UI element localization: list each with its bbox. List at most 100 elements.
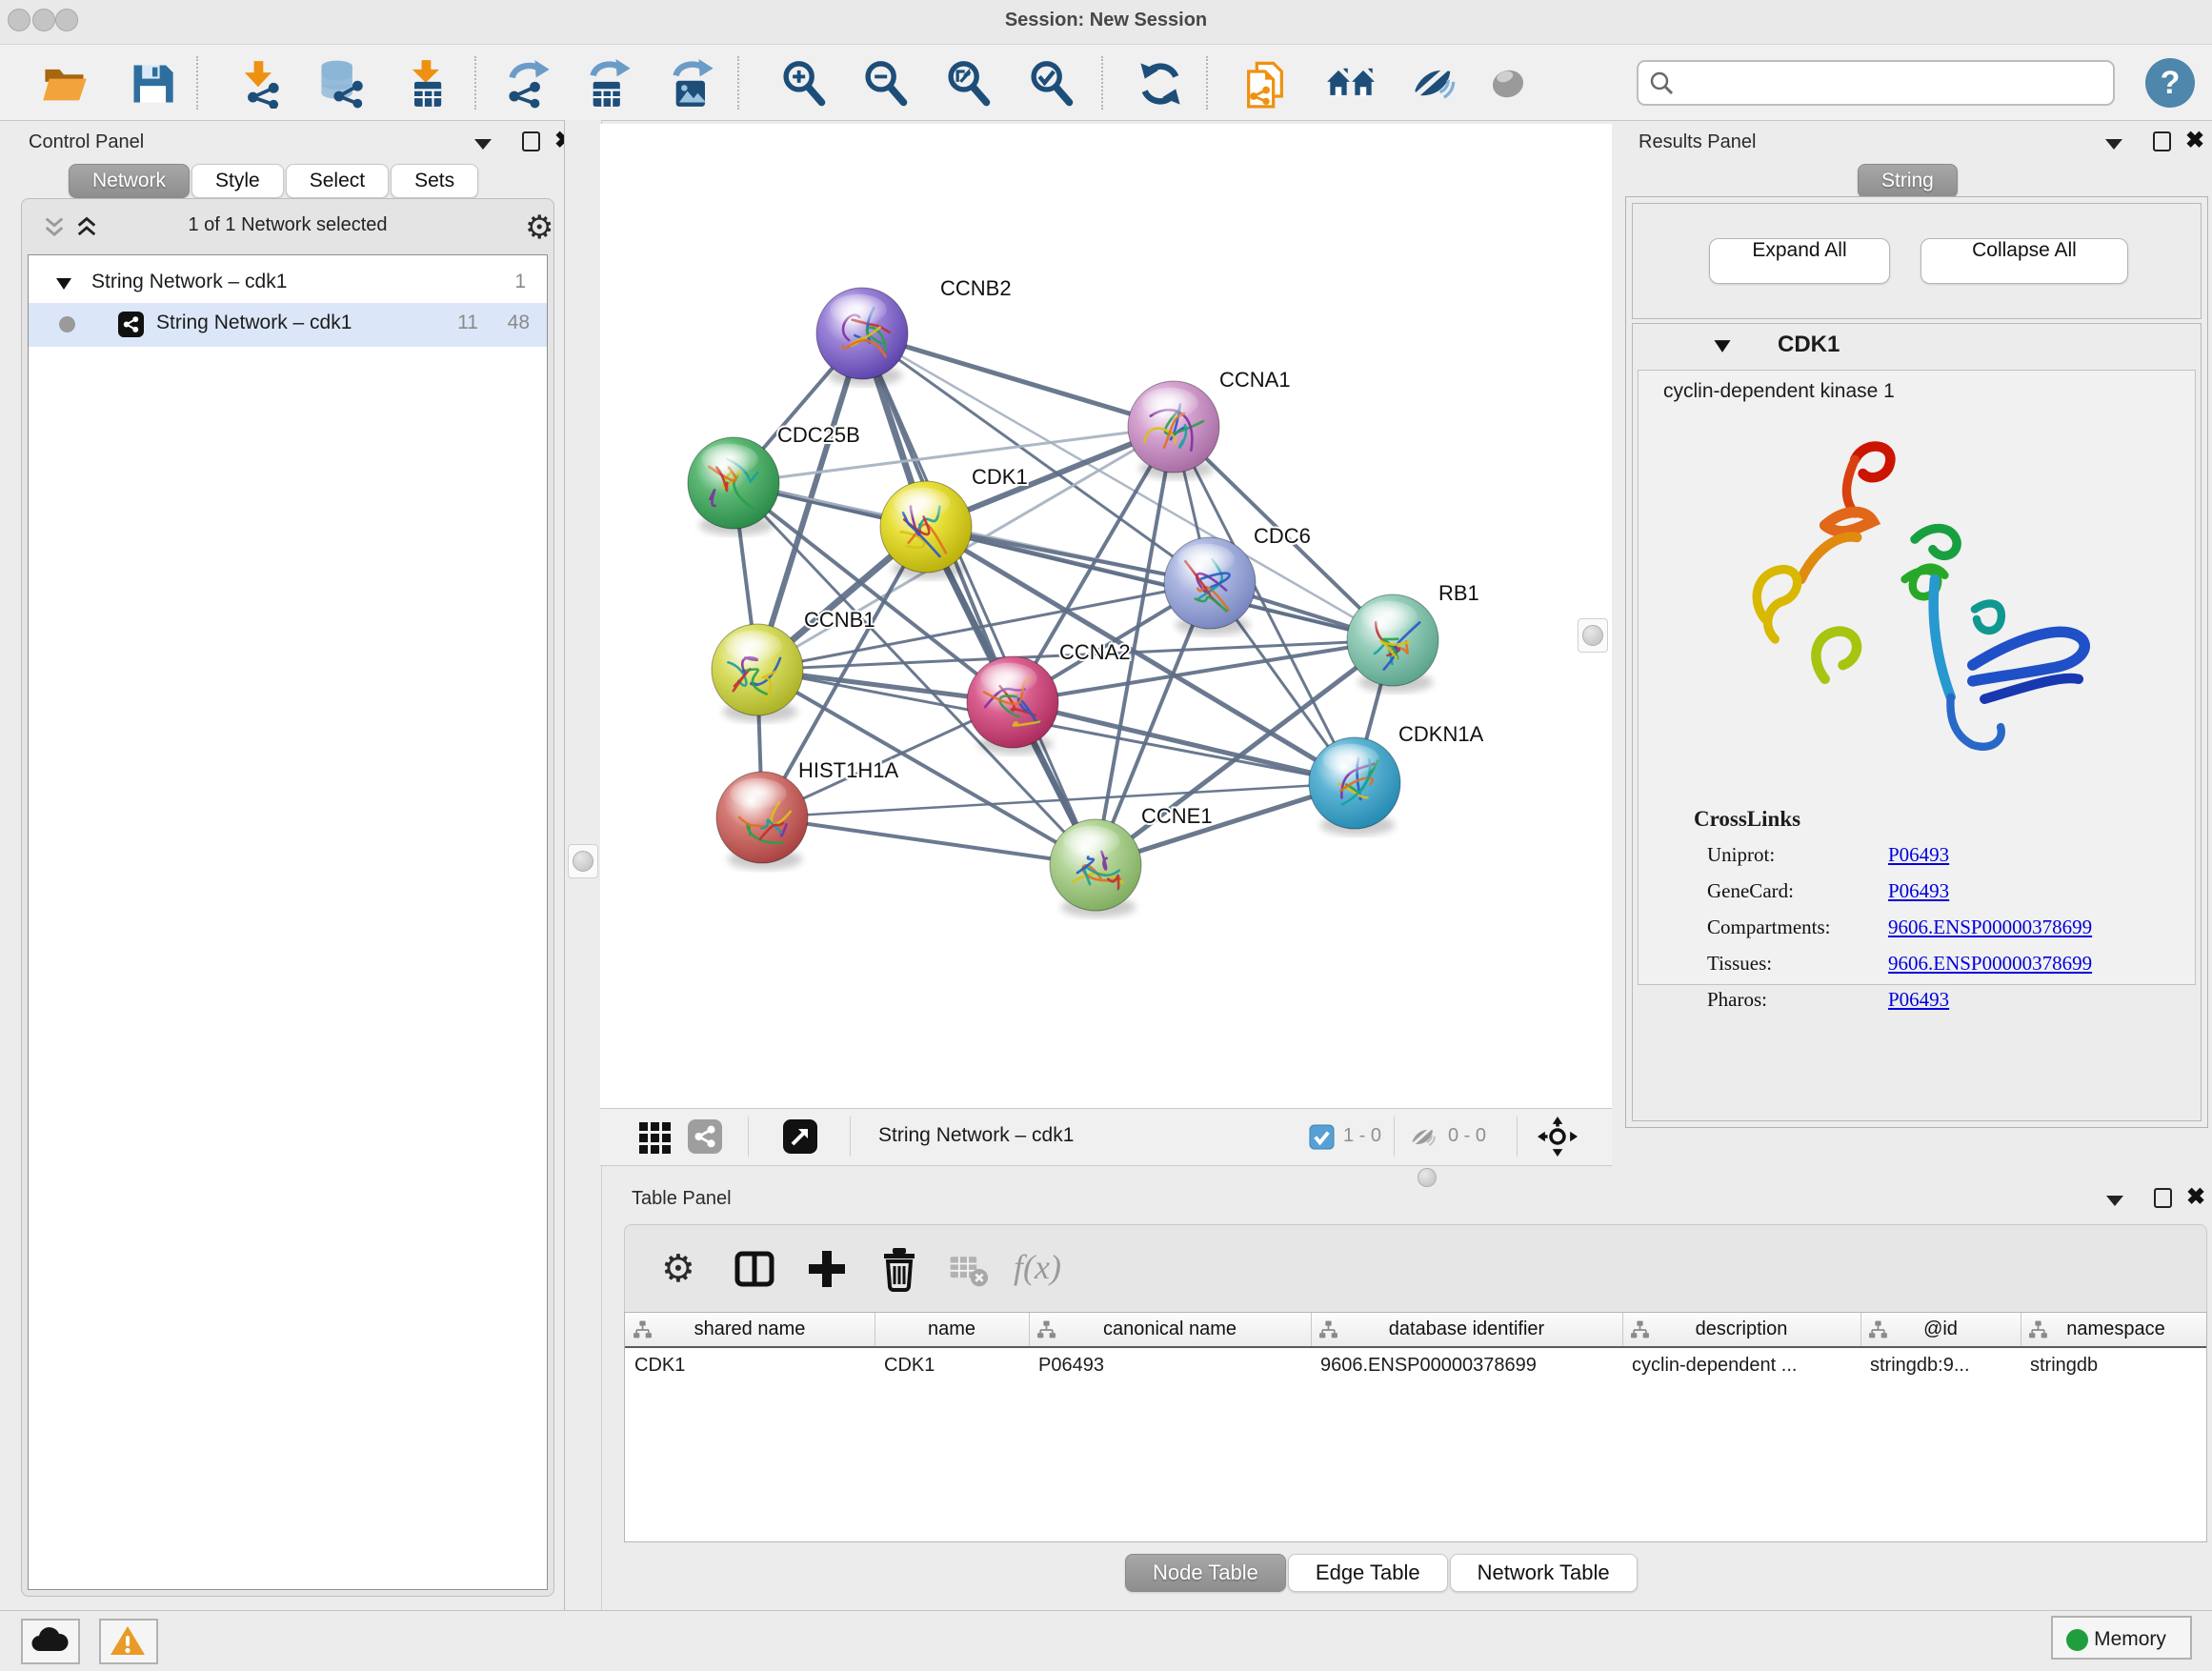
table-toolbar: ⚙ f(x) [624, 1224, 2207, 1314]
crosslink-link[interactable]: P06493 [1888, 879, 1949, 903]
selected-checkbox-icon[interactable] [1309, 1124, 1335, 1150]
network-node-CDC25B[interactable] [688, 437, 779, 535]
network-node-RB1[interactable] [1347, 594, 1438, 693]
crosslink-row: Tissues:9606.ENSP00000378699 [1707, 952, 2183, 988]
panel-menu-icon[interactable] [2105, 139, 2122, 150]
search-input[interactable] [1682, 64, 2105, 100]
gear-icon[interactable]: ⚙ [661, 1246, 707, 1292]
network-node-CCNA2[interactable] [967, 656, 1058, 755]
function-builder-icon[interactable]: f(x) [1014, 1246, 1090, 1292]
add-column-icon[interactable] [804, 1246, 850, 1292]
table-cell[interactable]: P06493 [1029, 1348, 1311, 1382]
network-node-CDKN1A[interactable] [1309, 737, 1400, 836]
table-cell[interactable]: stringdb:9... [1860, 1348, 2021, 1382]
table-cell[interactable]: CDK1 [875, 1348, 1029, 1382]
tab-network[interactable]: Network [69, 164, 190, 198]
import-table-button[interactable] [402, 59, 452, 109]
help-button[interactable]: ? [2145, 58, 2195, 108]
column-header-name[interactable]: name [875, 1313, 1030, 1346]
network-view-icon[interactable] [688, 1119, 722, 1154]
grid-mode-icon[interactable] [638, 1121, 671, 1154]
crosslink-link[interactable]: P06493 [1888, 988, 1949, 1012]
network-edge-count: 48 [508, 312, 530, 334]
warnings-button[interactable] [99, 1619, 158, 1664]
memory-label: Memory [2094, 1628, 2166, 1650]
column-header-description[interactable]: description [1622, 1313, 1861, 1346]
section-collapse-icon[interactable] [1713, 339, 1732, 353]
column-header-canonical-name[interactable]: canonical name [1029, 1313, 1312, 1346]
export-network-button[interactable] [504, 59, 553, 109]
protein-structure-image [1705, 428, 2124, 771]
panel-splitter[interactable] [564, 120, 602, 1610]
memory-button[interactable]: Memory [2051, 1616, 2192, 1660]
crosslink-link[interactable]: 9606.ENSP00000378699 [1888, 916, 2092, 939]
import-network-from-database-button[interactable] [316, 59, 366, 109]
table-cell[interactable]: cyclin-dependent ... [1622, 1348, 1860, 1382]
tab-node-table[interactable]: Node Table [1125, 1554, 1286, 1592]
column-header-database-identifier[interactable]: database identifier [1311, 1313, 1623, 1346]
collapse-all-button[interactable]: Collapse All [1920, 238, 2128, 284]
panel-menu-icon[interactable] [474, 139, 492, 150]
column-header--id[interactable]: @id [1860, 1313, 2021, 1346]
zoom-fit-button[interactable] [943, 59, 993, 109]
node-label-CDK1: CDK1 [972, 465, 1028, 489]
export-table-button[interactable] [585, 59, 634, 109]
column-header-shared-name[interactable]: shared name [625, 1313, 875, 1346]
expand-all-button[interactable]: Expand All [1709, 238, 1890, 284]
import-network-button[interactable] [234, 59, 284, 109]
zoom-selected-button[interactable] [1026, 59, 1076, 109]
node-label-CCNA2: CCNA2 [1059, 640, 1131, 664]
panel-float-icon[interactable] [2154, 1188, 2172, 1208]
crosslink-link[interactable]: P06493 [1888, 843, 1949, 867]
panel-float-icon[interactable] [2153, 131, 2171, 151]
splitter-handle[interactable] [568, 844, 598, 878]
network-canvas[interactable]: CCNB2CCNA1CDC25BCDK1CDC6RB1CCNB1CCNA2CDK… [600, 124, 1612, 1108]
tab-style[interactable]: Style [191, 164, 284, 198]
table-cell[interactable]: CDK1 [625, 1348, 875, 1382]
network-node-CDC6[interactable] [1164, 537, 1256, 635]
tab-sets[interactable]: Sets [391, 164, 478, 198]
network-label: String Network – cdk1 [156, 312, 352, 334]
network-collection-row[interactable]: String Network – cdk1 1 [29, 265, 547, 307]
show-columns-icon[interactable] [732, 1246, 777, 1292]
panel-close-icon[interactable]: ✖ [2186, 1188, 2205, 1207]
network-node-CCNB1[interactable] [712, 624, 803, 722]
table-cell[interactable]: stringdb [2021, 1348, 2207, 1382]
tree-expand-icon[interactable] [55, 277, 72, 291]
zoom-out-button[interactable] [860, 59, 910, 109]
apply-layout-button[interactable] [1136, 59, 1185, 109]
panel-float-icon[interactable] [522, 131, 540, 151]
network-node-CDK1[interactable] [880, 481, 972, 579]
show-all-button[interactable] [1483, 59, 1533, 109]
birds-eye-view-button[interactable] [1326, 59, 1376, 109]
panel-menu-icon[interactable] [2106, 1196, 2123, 1206]
tab-select[interactable]: Select [286, 164, 389, 198]
delete-table-icon[interactable] [947, 1246, 989, 1292]
tab-edge-table[interactable]: Edge Table [1288, 1554, 1448, 1592]
export-image-button[interactable] [668, 59, 717, 109]
network-node-CCNE1[interactable] [1050, 819, 1141, 917]
delete-column-icon[interactable] [876, 1246, 922, 1292]
network-node-HIST1H1A[interactable] [716, 772, 808, 870]
zoom-in-button[interactable] [778, 59, 828, 109]
panel-close-icon[interactable]: ✖ [2185, 131, 2204, 151]
column-header-namespace[interactable]: namespace [2021, 1313, 2207, 1346]
save-session-button[interactable] [128, 59, 177, 109]
tab-network-table[interactable]: Network Table [1450, 1554, 1638, 1592]
gear-icon[interactable]: ⚙ [525, 209, 553, 247]
cloud-status-button[interactable] [21, 1619, 80, 1664]
network-row-selected[interactable]: String Network – cdk1 11 48 [29, 303, 547, 347]
protein-section-header[interactable]: CDK1 [1633, 324, 2201, 370]
zoom-in-icon [778, 59, 828, 109]
open-session-button[interactable] [40, 59, 90, 109]
table-cell[interactable]: 9606.ENSP00000378699 [1311, 1348, 1622, 1382]
network-node-CCNA1[interactable] [1128, 381, 1219, 479]
fit-content-crosshair-icon[interactable] [1538, 1117, 1578, 1157]
crosslink-link[interactable]: 9606.ENSP00000378699 [1888, 952, 2092, 976]
open-in-new-window-icon[interactable] [783, 1119, 817, 1154]
hide-selected-button[interactable] [1409, 59, 1458, 109]
table-row[interactable]: CDK1CDK1P064939606.ENSP00000378699cyclin… [625, 1348, 2207, 1382]
tab-string[interactable]: String [1858, 164, 1958, 198]
right-splitter-handle[interactable] [1578, 618, 1608, 653]
new-network-from-selection-button[interactable] [1240, 59, 1290, 109]
